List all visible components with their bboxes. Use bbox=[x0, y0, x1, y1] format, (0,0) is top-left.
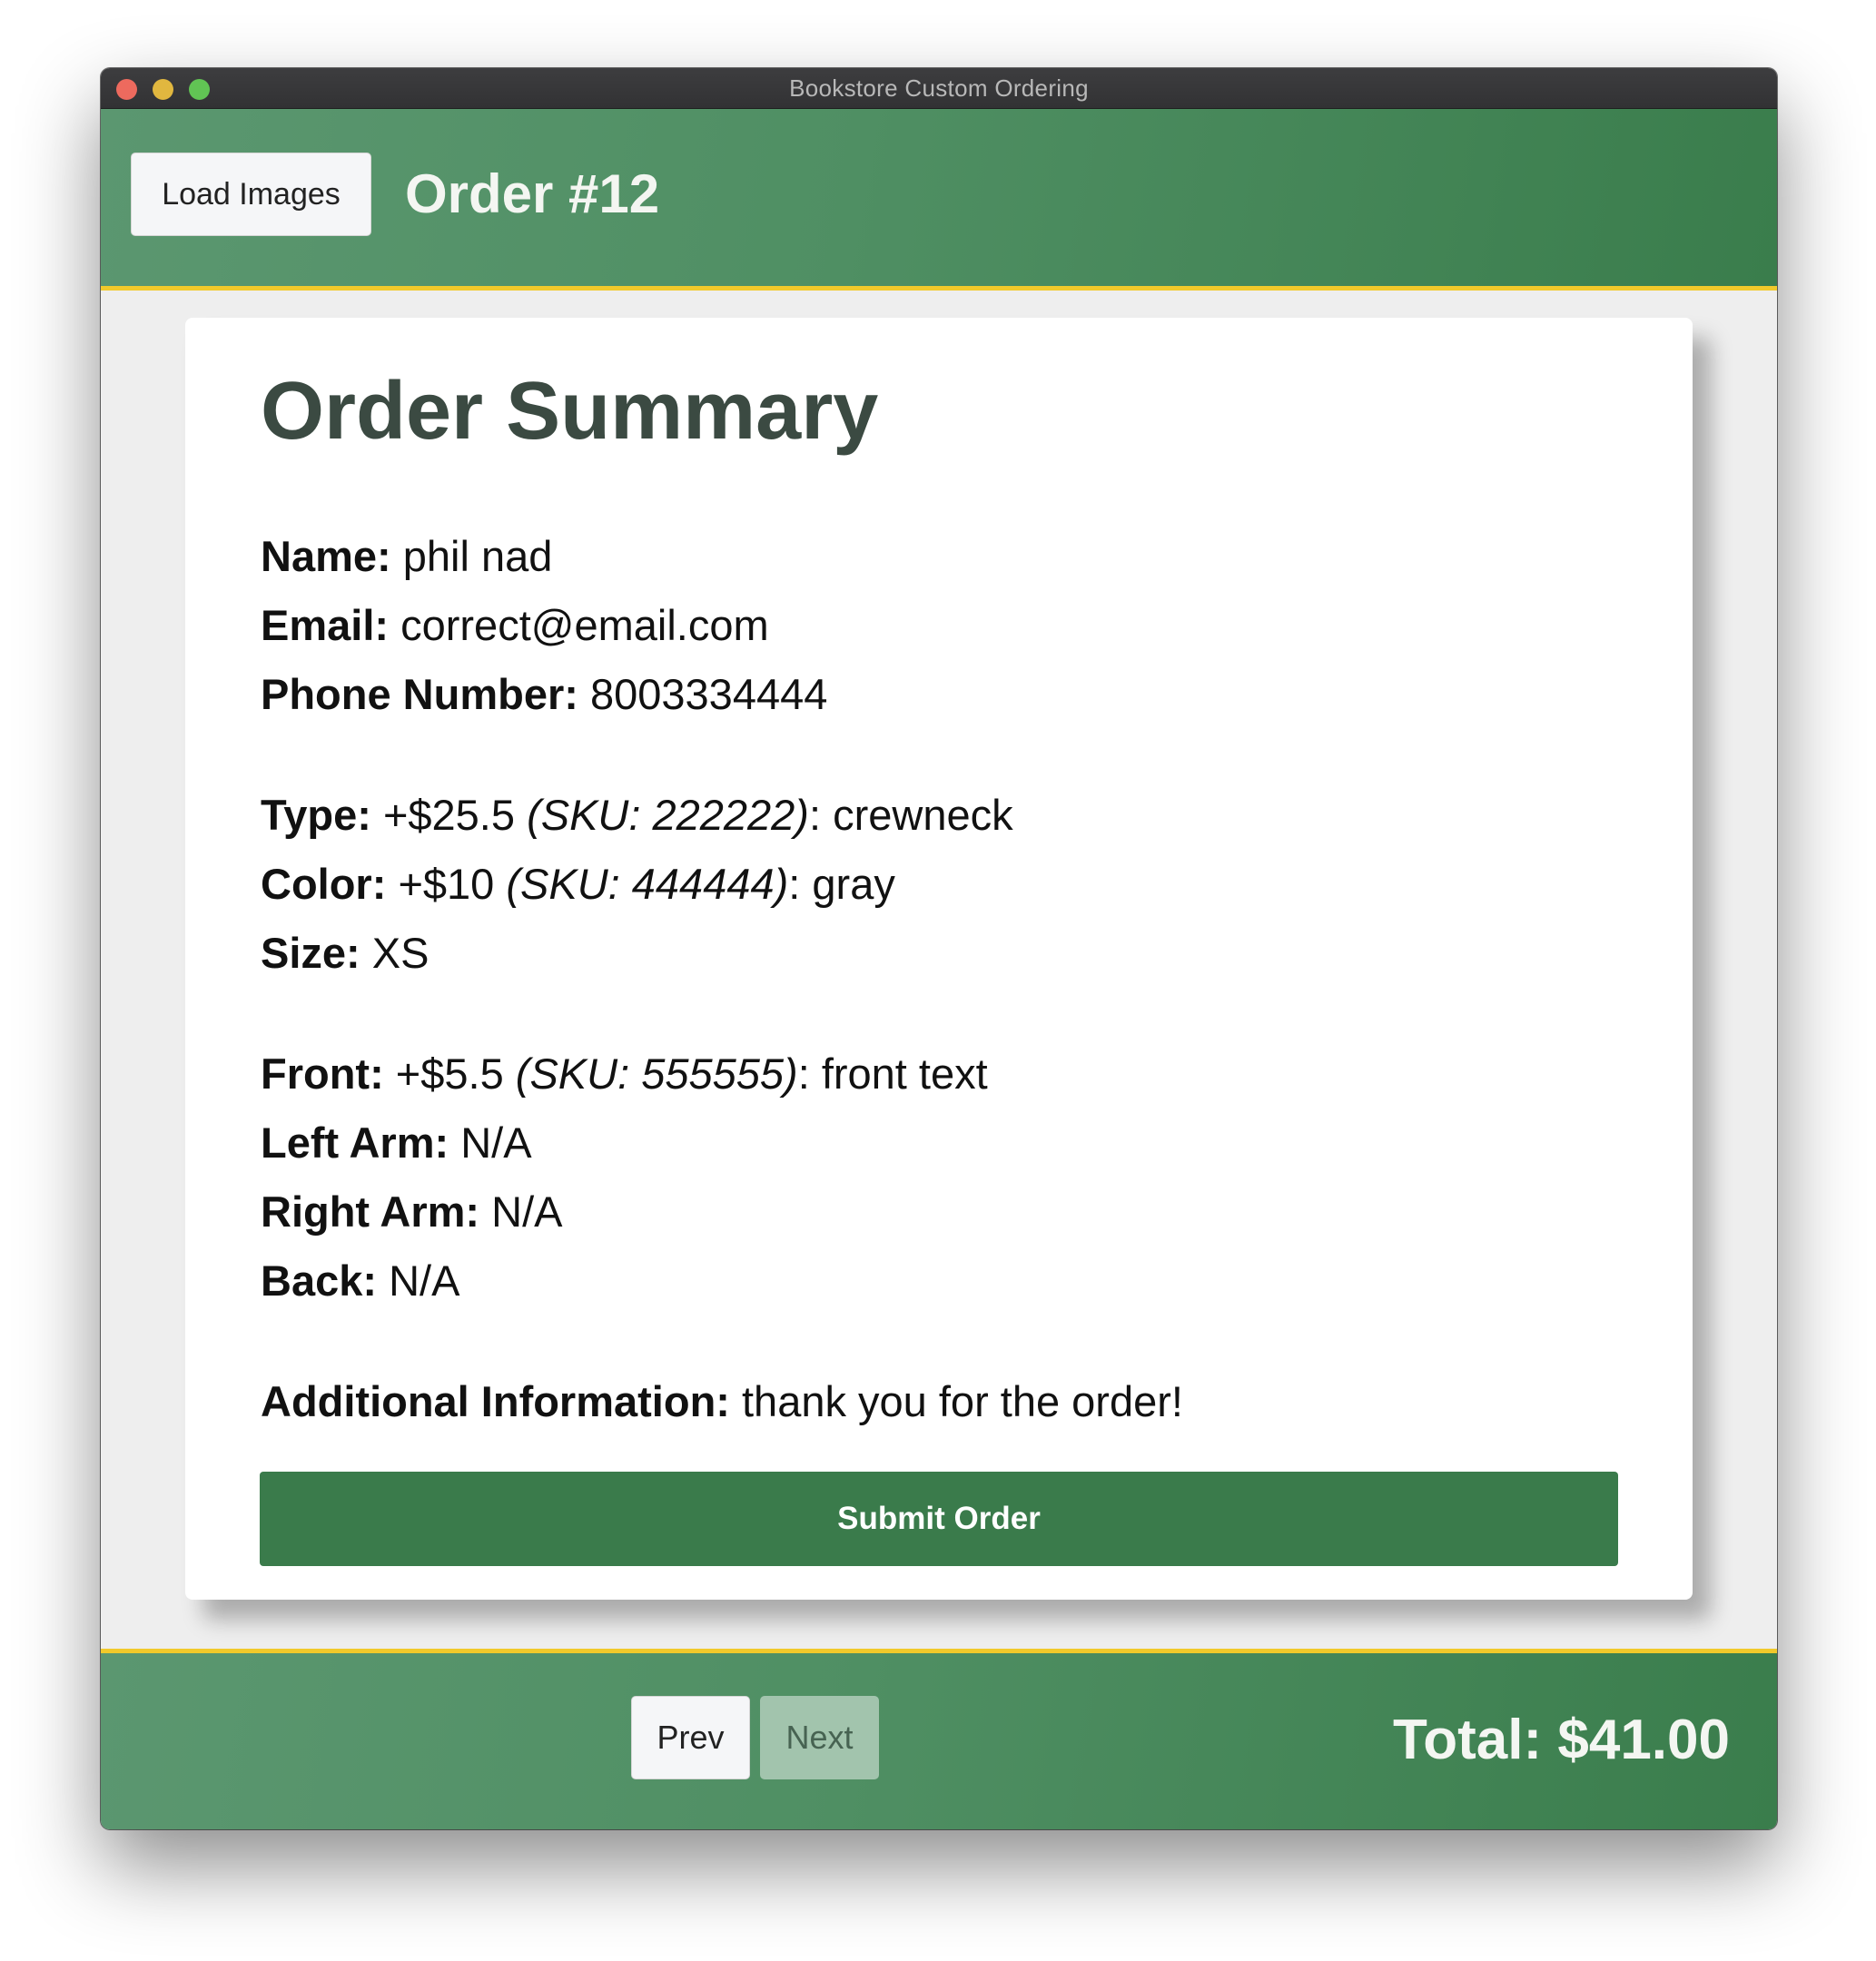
left-arm-row: Left Arm: N/A bbox=[261, 1121, 532, 1164]
color-label: Color: bbox=[261, 860, 387, 908]
type-label: Type: bbox=[261, 791, 371, 839]
additional-info-label: Additional Information: bbox=[261, 1377, 730, 1425]
load-images-button[interactable]: Load Images bbox=[131, 153, 371, 236]
front-value: : front text bbox=[797, 1049, 988, 1098]
size-label: Size: bbox=[261, 929, 360, 977]
type-row: Type: +$25.5 (SKU: 222222): crewneck bbox=[261, 793, 1013, 836]
type-price: +$25.5 bbox=[382, 791, 515, 839]
app-footer: Prev Next Total: $41.00 bbox=[101, 1649, 1777, 1829]
type-value: : crewneck bbox=[808, 791, 1013, 839]
front-sku: (SKU: 555555) bbox=[515, 1049, 798, 1098]
order-total: Total: $41.00 bbox=[1392, 1709, 1730, 1771]
back-label: Back: bbox=[261, 1256, 378, 1305]
size-row: Size: XS bbox=[261, 931, 429, 974]
title-bar: Bookstore Custom Ordering bbox=[101, 68, 1777, 109]
color-value: : gray bbox=[788, 860, 895, 908]
name-label: Name: bbox=[261, 532, 391, 580]
front-row: Front: +$5.5 (SKU: 555555): front text bbox=[261, 1052, 988, 1095]
email-value: correct@email.com bbox=[400, 601, 769, 649]
name-value: phil nad bbox=[402, 532, 553, 580]
order-number-title: Order #12 bbox=[405, 163, 660, 224]
type-sku: (SKU: 222222) bbox=[527, 791, 809, 839]
app-window: Bookstore Custom Ordering Load Images Or… bbox=[101, 68, 1777, 1829]
content-area: Order Summary Name: phil nad Email: corr… bbox=[101, 291, 1777, 1654]
order-summary-card: Order Summary Name: phil nad Email: corr… bbox=[185, 318, 1693, 1600]
name-row: Name: phil nad bbox=[261, 535, 552, 577]
next-button[interactable]: Next bbox=[760, 1696, 879, 1779]
front-label: Front: bbox=[261, 1049, 384, 1098]
size-value: XS bbox=[371, 929, 430, 977]
app-header: Load Images Order #12 bbox=[101, 109, 1777, 291]
email-label: Email: bbox=[261, 601, 390, 649]
color-price: +$10 bbox=[398, 860, 495, 908]
prev-button[interactable]: Prev bbox=[631, 1696, 750, 1779]
left-arm-value: N/A bbox=[460, 1118, 532, 1167]
color-row: Color: +$10 (SKU: 444444): gray bbox=[261, 862, 895, 905]
phone-label: Phone Number: bbox=[261, 670, 578, 718]
right-arm-row: Right Arm: N/A bbox=[261, 1190, 562, 1233]
color-sku: (SKU: 444444) bbox=[506, 860, 789, 908]
submit-order-button[interactable]: Submit Order bbox=[260, 1472, 1618, 1566]
right-arm-label: Right Arm: bbox=[261, 1187, 480, 1236]
order-summary-title: Order Summary bbox=[261, 366, 879, 457]
additional-info-value: thank you for the order! bbox=[742, 1377, 1183, 1425]
right-arm-value: N/A bbox=[491, 1187, 563, 1236]
back-value: N/A bbox=[389, 1256, 460, 1305]
back-row: Back: N/A bbox=[261, 1259, 459, 1302]
phone-value: 8003334444 bbox=[589, 670, 828, 718]
email-row: Email: correct@email.com bbox=[261, 604, 769, 646]
additional-info-row: Additional Information: thank you for th… bbox=[261, 1380, 1183, 1423]
left-arm-label: Left Arm: bbox=[261, 1118, 449, 1167]
window-title: Bookstore Custom Ordering bbox=[789, 74, 1089, 102]
phone-row: Phone Number: 8003334444 bbox=[261, 673, 827, 715]
front-price: +$5.5 bbox=[395, 1049, 504, 1098]
